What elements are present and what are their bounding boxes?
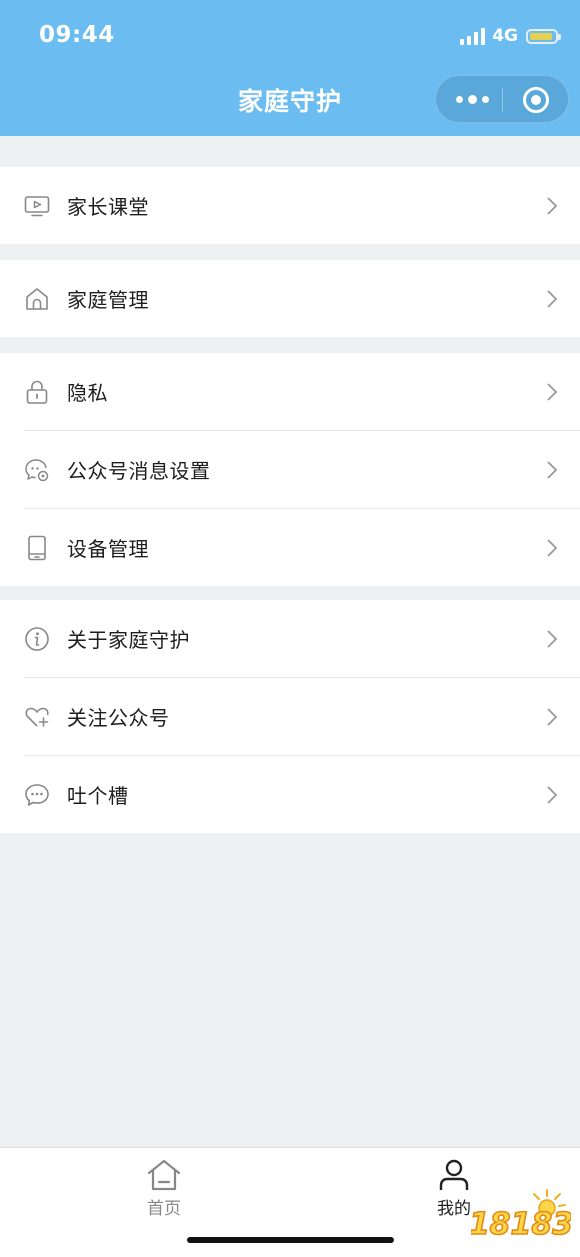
menu-item-family-management[interactable]: 家庭管理 [0, 260, 580, 337]
home-tab-icon [147, 1159, 181, 1191]
info-icon [25, 626, 49, 651]
menu-item-follow-official-account[interactable]: 关注公众号 [0, 678, 580, 755]
network-type: 4G [492, 26, 518, 46]
menu-item-label: 家长课堂 [67, 195, 149, 219]
chevron-right-icon [547, 460, 558, 479]
lock-icon [26, 380, 48, 404]
chat-settings-icon [25, 458, 49, 481]
user-icon [439, 1159, 469, 1190]
home-indicator [187, 1237, 394, 1243]
menu-item-about[interactable]: 关于家庭守护 [0, 600, 580, 677]
menu-item-label: 设备管理 [67, 537, 149, 561]
menu-item-label: 关于家庭守护 [67, 628, 190, 652]
menu-item-device-management[interactable]: 设备管理 [0, 509, 580, 586]
menu-item-label: 隐私 [67, 381, 108, 405]
phone-device-icon [28, 535, 46, 560]
chevron-right-icon [547, 196, 558, 215]
tab-label: 首页 [147, 1199, 181, 1219]
menu-item-parent-class[interactable]: 家长课堂 [0, 167, 580, 244]
watermark-logo: 18183 [471, 1189, 571, 1243]
capsule-divider [502, 88, 503, 112]
header-bar: 09:44 4G 家庭守护 [0, 0, 580, 136]
status-time: 09:44 [39, 22, 115, 48]
close-target-icon[interactable] [522, 86, 550, 114]
menu-item-official-account-message-settings[interactable]: 公众号消息设置 [0, 431, 580, 508]
chat-bubble-icon [25, 783, 49, 806]
miniprogram-capsule [435, 75, 569, 123]
chevron-right-icon [547, 707, 558, 726]
menu-group-4: 关于家庭守护 关注公众号 吐个槽 [0, 600, 580, 833]
chevron-right-icon [547, 785, 558, 804]
status-indicators: 4G [460, 24, 561, 48]
tab-home[interactable]: 首页 [124, 1158, 204, 1219]
menu-item-feedback[interactable]: 吐个槽 [0, 756, 580, 833]
menu-item-label: 家庭管理 [67, 288, 149, 312]
chevron-right-icon [547, 382, 558, 401]
chevron-right-icon [547, 538, 558, 557]
more-icon[interactable] [456, 95, 489, 104]
heart-plus-icon [25, 707, 49, 727]
chevron-right-icon [547, 289, 558, 308]
menu-item-label: 关注公众号 [67, 706, 170, 730]
battery-icon [526, 28, 561, 44]
menu-group-3: 隐私 公众号消息设置 设备管理 [0, 353, 580, 586]
home-icon [26, 287, 48, 310]
menu-group-1: 家长课堂 [0, 167, 580, 244]
signal-icon [460, 27, 486, 45]
tv-play-icon [24, 195, 50, 216]
menu-group-2: 家庭管理 [0, 260, 580, 337]
menu-item-label: 吐个槽 [67, 784, 129, 808]
menu-item-privacy[interactable]: 隐私 [0, 353, 580, 430]
watermark-text: 18183 [471, 1207, 571, 1242]
chevron-right-icon [547, 629, 558, 648]
menu-item-label: 公众号消息设置 [67, 459, 211, 483]
